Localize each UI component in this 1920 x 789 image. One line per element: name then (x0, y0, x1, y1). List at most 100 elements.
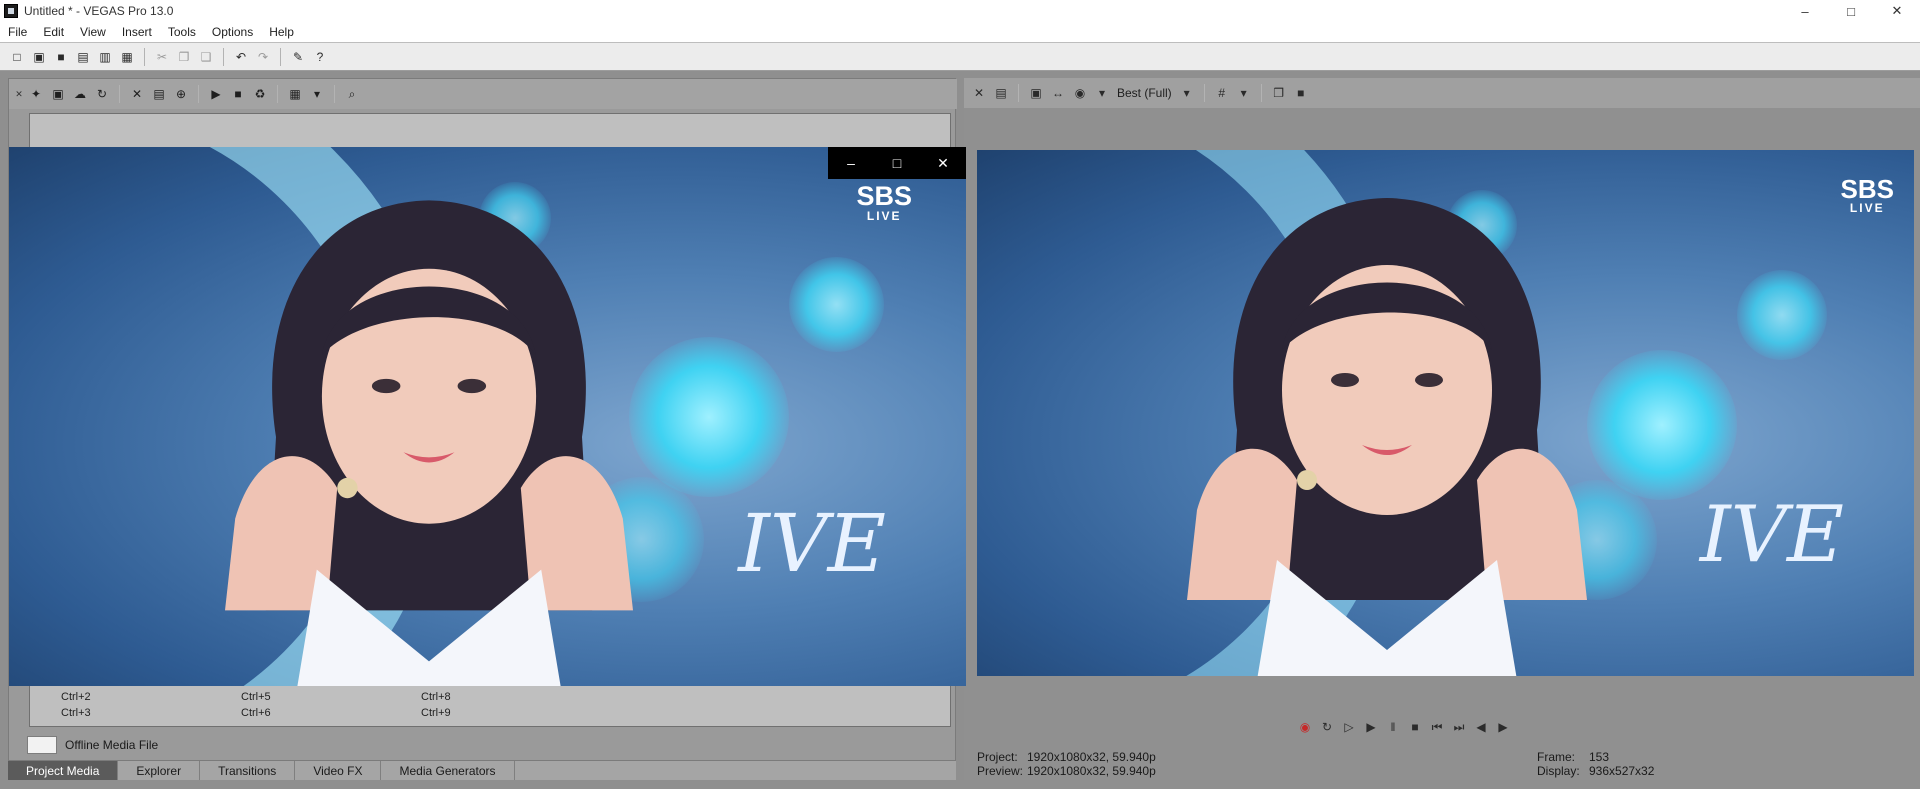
menu-tools[interactable]: Tools (160, 25, 204, 39)
remove-icon[interactable]: ✕ (128, 85, 146, 103)
minimize-button[interactable]: – (1782, 0, 1828, 22)
offline-swatch (27, 736, 57, 754)
bokeh-light (789, 257, 884, 352)
external-monitor-icon[interactable]: ▣ (1027, 84, 1045, 102)
menu-help[interactable]: Help (261, 25, 302, 39)
preview-value: 1920x1080x32, 59.940p (1027, 764, 1156, 778)
preview-video-frame[interactable]: SBS LIVE IVE (977, 150, 1914, 676)
minimize-button[interactable]: – (828, 147, 874, 179)
bokeh-light (1737, 270, 1827, 360)
media-properties-icon[interactable]: ▤ (150, 85, 168, 103)
save-icon[interactable]: ■ (52, 48, 70, 66)
close-dock-icon[interactable]: ✕ (970, 84, 988, 102)
stop-icon[interactable]: ■ (1406, 718, 1424, 736)
capture-video-icon[interactable]: ▣ (49, 85, 67, 103)
preview-quality-select[interactable]: Best (Full) (1117, 86, 1172, 100)
vegas-app-icon (4, 4, 18, 18)
copy-icon[interactable]: ❐ (175, 48, 193, 66)
shortcut-label: Ctrl+6 (241, 707, 271, 719)
properties-icon[interactable]: ▦ (118, 48, 136, 66)
transport-controls: ◉ ↻ ▷ ▶ ‖ ■ ⏮ ⏭ ◀ ▶ (1294, 718, 1514, 736)
overlays-icon[interactable]: ◉ (1071, 84, 1089, 102)
toolbar-separator (280, 47, 281, 66)
maximize-button[interactable]: □ (874, 147, 920, 179)
split-screen-icon[interactable]: ↔ (1049, 84, 1067, 102)
popout-window-controls: – □ ✕ (828, 147, 966, 179)
auto-preview-icon[interactable]: ♻ (251, 85, 269, 103)
redo-icon[interactable]: ↷ (254, 48, 272, 66)
go-to-end-icon[interactable]: ⏭ (1450, 718, 1468, 736)
tab-explorer[interactable]: Explorer (118, 761, 201, 780)
offline-label: Offline Media File (65, 738, 159, 752)
performer-figure (225, 200, 633, 686)
save-snapshot-icon[interactable]: ■ (1292, 84, 1310, 102)
chevron-down-icon[interactable]: ▾ (1235, 84, 1253, 102)
shortcut-label: Ctrl+5 (241, 691, 271, 703)
pause-icon[interactable]: ‖ (1384, 718, 1402, 736)
chevron-down-icon[interactable]: ▾ (1178, 84, 1196, 102)
get-media-from-web-icon[interactable]: ☁ (71, 85, 89, 103)
menu-options[interactable]: Options (204, 25, 261, 39)
floating-video-window[interactable]: SBS LIVE IVE – □ ✕ (9, 147, 966, 686)
shortcut-label: Ctrl+3 (61, 707, 91, 719)
tab-project-media[interactable]: Project Media (8, 761, 119, 780)
play-from-start-icon[interactable]: ▷ (1340, 718, 1358, 736)
sbs-logo-text: SBS (856, 181, 912, 211)
whats-this-icon[interactable]: ? (311, 48, 329, 66)
sbs-live-text: LIVE (866, 209, 902, 223)
save-as-icon[interactable]: ▤ (74, 48, 92, 66)
record-icon[interactable]: ◉ (1296, 718, 1314, 736)
play-icon[interactable]: ▶ (1362, 718, 1380, 736)
go-to-start-icon[interactable]: ⏮ (1428, 718, 1446, 736)
toolbar-separator (277, 85, 278, 103)
enable-snapping-icon[interactable]: ✎ (289, 48, 307, 66)
preview-properties-icon[interactable]: ▤ (992, 84, 1010, 102)
display-value: 936x527x32 (1589, 764, 1655, 778)
search-icon[interactable]: ⌕ (343, 85, 361, 103)
toolbar-separator (223, 47, 224, 66)
shortcut-row: Ctrl+2 Ctrl+5 Ctrl+8 (61, 689, 781, 705)
next-frame-icon[interactable]: ▶ (1494, 718, 1512, 736)
media-fx-icon[interactable]: ⊕ (172, 85, 190, 103)
menu-insert[interactable]: Insert (114, 25, 160, 39)
open-icon[interactable]: ▣ (30, 48, 48, 66)
toolbar-separator (334, 85, 335, 103)
tab-media-generators[interactable]: Media Generators (381, 761, 515, 780)
tab-video-fx[interactable]: Video FX (295, 761, 382, 780)
menu-view[interactable]: View (72, 25, 114, 39)
close-button[interactable]: ✕ (1874, 0, 1920, 22)
undo-icon[interactable]: ↶ (232, 48, 250, 66)
chevron-down-icon[interactable]: ▾ (1093, 84, 1111, 102)
shortcut-label: Ctrl+9 (421, 707, 451, 719)
grid-icon[interactable]: # (1213, 84, 1231, 102)
play-icon[interactable]: ▶ (207, 85, 225, 103)
new-icon[interactable]: □ (8, 48, 26, 66)
menu-file[interactable]: File (0, 25, 35, 39)
import-media-icon[interactable]: ✦ (27, 85, 45, 103)
render-icon[interactable]: ▥ (96, 48, 114, 66)
maximize-button[interactable]: □ (1828, 0, 1874, 22)
stop-icon[interactable]: ■ (229, 85, 247, 103)
close-button[interactable]: ✕ (920, 147, 966, 179)
shortcut-label: Ctrl+2 (61, 691, 91, 703)
preview-label: Preview: (977, 764, 1024, 778)
loop-playback-icon[interactable]: ↻ (1318, 718, 1336, 736)
sbs-logo-text: SBS (1840, 174, 1894, 204)
shortcut-row: Ctrl+3 Ctrl+6 Ctrl+9 (61, 705, 781, 721)
chevron-down-icon[interactable]: ▾ (308, 85, 326, 103)
shortcut-grid: Ctrl+2 Ctrl+5 Ctrl+8 Ctrl+3 Ctrl+6 Ctrl+… (61, 689, 781, 721)
menu-edit[interactable]: Edit (35, 25, 72, 39)
preview-status: Project: 1920x1080x32, 59.940p Frame: 15… (977, 750, 1917, 778)
frame-label: Frame: (1537, 750, 1576, 764)
copy-snapshot-icon[interactable]: ❐ (1270, 84, 1288, 102)
refresh-icon[interactable]: ↻ (93, 85, 111, 103)
previous-frame-icon[interactable]: ◀ (1472, 718, 1490, 736)
paste-icon[interactable]: ❑ (197, 48, 215, 66)
offline-media-legend: Offline Media File (27, 734, 158, 756)
video-preview-window: ✕ ▤ ▣ ↔ ◉ ▾ Best (Full) ▾ # ▾ ❐ ■ SBS LI… (964, 78, 1920, 780)
views-icon[interactable]: ▦ (286, 85, 304, 103)
cut-icon[interactable]: ✂ (153, 48, 171, 66)
close-dock-icon[interactable]: ✕ (15, 85, 23, 103)
status-line: Preview: 1920x1080x32, 59.940p Display: … (977, 764, 1917, 778)
tab-transitions[interactable]: Transitions (200, 761, 296, 780)
